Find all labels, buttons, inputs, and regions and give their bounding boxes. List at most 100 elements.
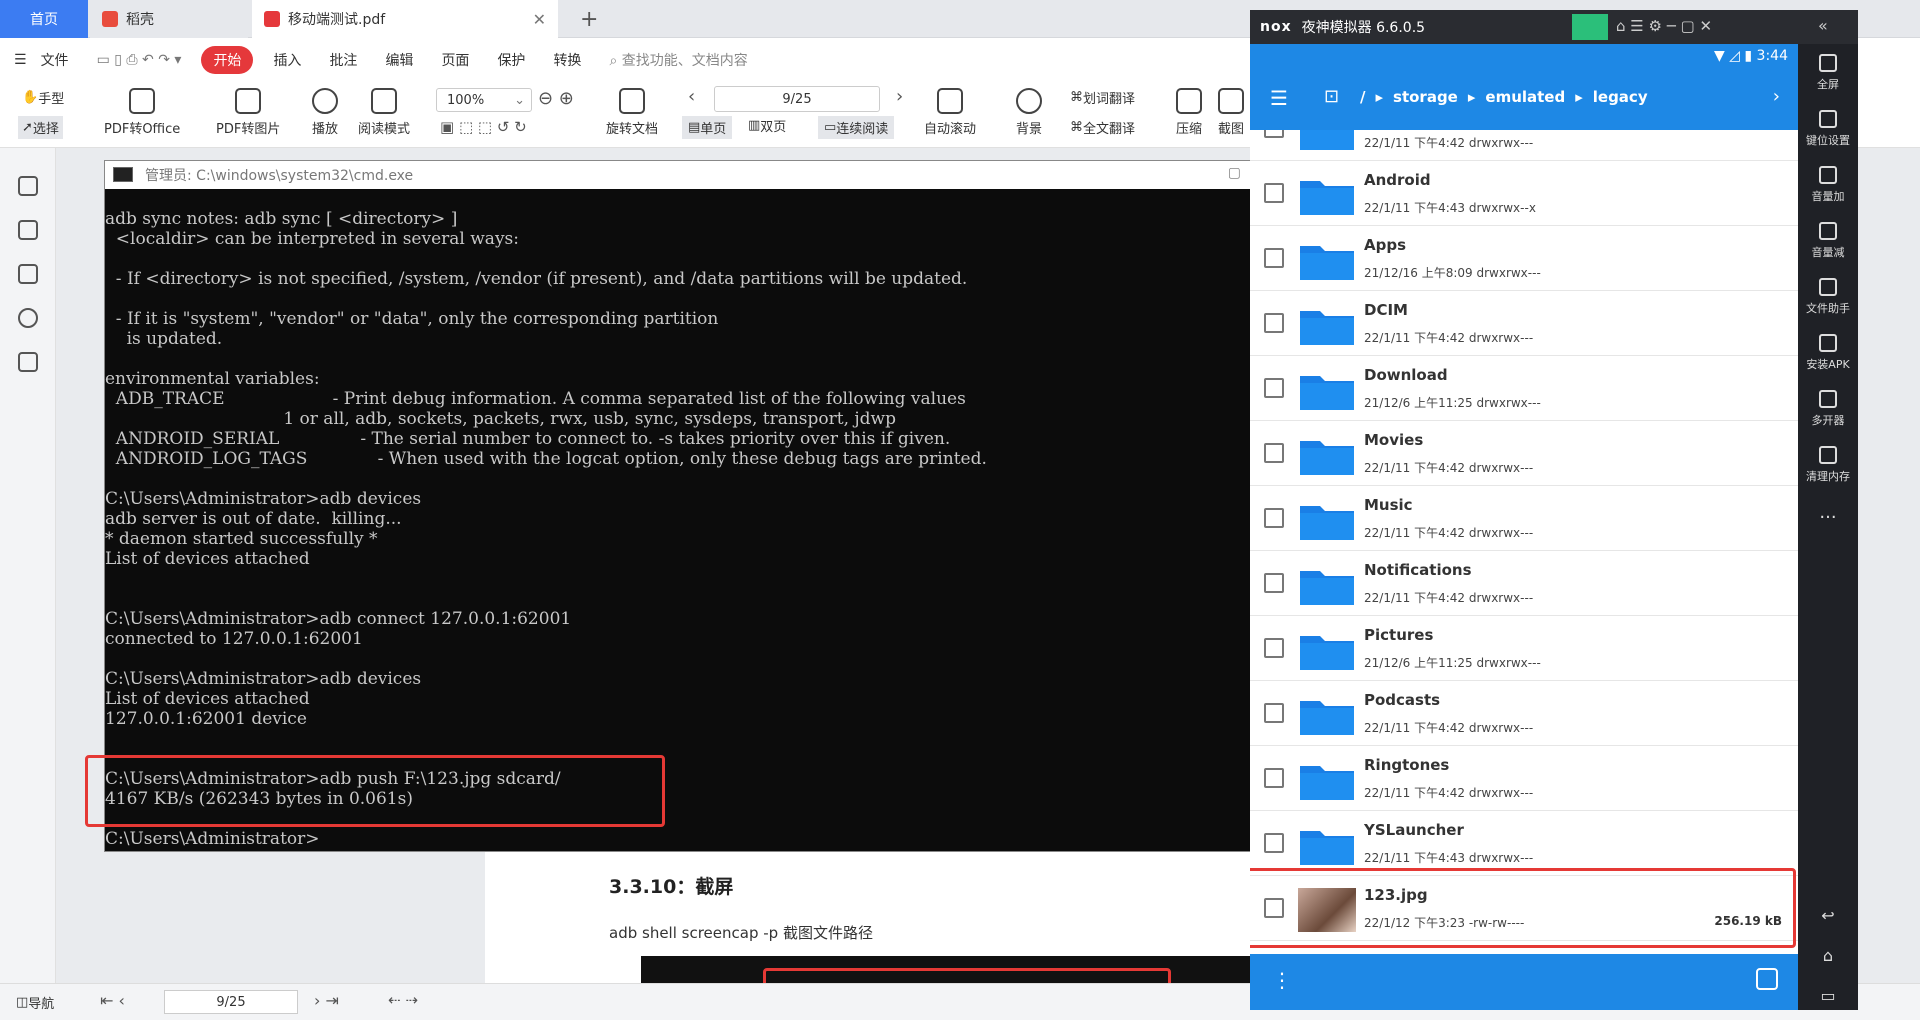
- collapse-icon[interactable]: «: [1818, 16, 1828, 35]
- close-tab-icon[interactable]: ✕: [533, 10, 546, 29]
- zoom-select[interactable]: 100% ⌄: [436, 88, 532, 112]
- checkbox[interactable]: [1264, 508, 1284, 528]
- list-item[interactable]: Music 22/1/11 下午4:42 drwxrwx---: [1250, 486, 1798, 551]
- select-tool-button[interactable]: ➚ 选择: [18, 116, 63, 139]
- fullscreen-button[interactable]: 全屏: [1798, 54, 1858, 92]
- read-mode-button[interactable]: 阅读模式: [358, 88, 410, 137]
- crumb-storage[interactable]: storage: [1393, 88, 1458, 106]
- list-item[interactable]: Apps 21/12/16 上午8:09 drwxrwx---: [1250, 226, 1798, 291]
- keymap-button[interactable]: 键位设置: [1798, 110, 1858, 148]
- checkbox[interactable]: [1264, 378, 1284, 398]
- nav-button[interactable]: ◫ 导航: [16, 993, 54, 1012]
- zoom-icons[interactable]: ⊖ ⊕: [538, 88, 574, 109]
- hamburger-icon[interactable]: ☰: [0, 52, 41, 68]
- lock-icon[interactable]: ⊡: [1324, 86, 1339, 107]
- search-box[interactable]: ⌕ 查找功能、文档内容: [595, 50, 761, 70]
- checkbox[interactable]: [1264, 638, 1284, 658]
- checkbox[interactable]: [1264, 313, 1284, 333]
- cmd-titlebar[interactable]: 管理员: C:\windows\system32\cmd.exe ▢: [105, 161, 1251, 189]
- menu-start[interactable]: 开始: [201, 46, 254, 74]
- word-translate-button[interactable]: ⌘ 划词翻译: [1070, 88, 1135, 107]
- recents-nav-button[interactable]: ▭: [1798, 986, 1858, 1005]
- clean-memory-button[interactable]: 清理内存: [1798, 446, 1858, 484]
- crumb-emulated[interactable]: emulated: [1485, 88, 1565, 106]
- list-item[interactable]: DCIM 22/1/11 下午4:42 drwxrwx---: [1250, 291, 1798, 356]
- list-item[interactable]: YSLauncher 22/1/11 下午4:43 drwxrwx---: [1250, 811, 1798, 876]
- multi-instance-button[interactable]: 多开器: [1798, 390, 1858, 428]
- comment-icon[interactable]: [18, 264, 38, 284]
- fit-icons[interactable]: ▣ ⬚ ⬚ ↺ ↻: [440, 118, 527, 136]
- menu-edit[interactable]: 编辑: [371, 50, 427, 70]
- pdf-to-office-button[interactable]: PDF转Office: [104, 88, 180, 137]
- rotate-button[interactable]: 旋转文档: [606, 88, 658, 137]
- toolbar-quick-icons[interactable]: ▭ ▯ ⎙ ↶ ↷ ▾: [83, 52, 196, 68]
- first-prev-icons[interactable]: ⇤ ‹: [100, 991, 125, 1010]
- checkbox[interactable]: [1264, 833, 1284, 853]
- crumb-legacy[interactable]: legacy: [1593, 88, 1648, 106]
- tab-docer[interactable]: 稻壳: [90, 0, 248, 38]
- menu-insert[interactable]: 插入: [259, 50, 315, 70]
- menu-convert[interactable]: 转换: [539, 50, 595, 70]
- back-forward-icons[interactable]: ⇠ ⇢: [388, 991, 418, 1009]
- menu-protect[interactable]: 保护: [483, 50, 539, 70]
- cmd-window[interactable]: 管理员: C:\windows\system32\cmd.exe ▢ adb s…: [85, 160, 1252, 852]
- play-button[interactable]: 播放: [312, 88, 338, 137]
- home-nav-button[interactable]: ⌂: [1798, 946, 1858, 965]
- checkbox[interactable]: [1264, 703, 1284, 723]
- list-item[interactable]: Notifications 22/1/11 下午4:42 drwxrwx---: [1250, 551, 1798, 616]
- checkbox[interactable]: [1264, 130, 1284, 138]
- nox-titlebar[interactable]: nox 夜神模拟器 6.6.0.5 ⌂ ☰ ⚙ ─ ▢ ✕ «: [1250, 10, 1858, 44]
- thumbnail-icon[interactable]: [18, 220, 38, 240]
- more-button[interactable]: ...: [1798, 502, 1858, 523]
- autoscroll-button[interactable]: 自动滚动: [924, 88, 976, 137]
- screenshot-button[interactable]: 截图: [1218, 88, 1244, 137]
- background-button[interactable]: 背景: [1016, 88, 1042, 137]
- checkbox[interactable]: [1264, 573, 1284, 593]
- search-files-icon[interactable]: [1756, 968, 1778, 990]
- single-page-button[interactable]: ▤ 单页: [682, 116, 733, 139]
- attachment-icon[interactable]: [18, 308, 38, 328]
- page-input[interactable]: 9/25: [714, 86, 880, 112]
- back-nav-button[interactable]: ↩: [1798, 906, 1858, 925]
- breadcrumb-forward-icon[interactable]: ›: [1773, 86, 1780, 107]
- tab-home[interactable]: 首页: [0, 0, 88, 38]
- list-item[interactable]: Podcasts 22/1/11 下午4:42 drwxrwx---: [1250, 681, 1798, 746]
- continuous-read-button[interactable]: ▭ 连续阅读: [818, 116, 895, 139]
- volume-down-button[interactable]: 音量减: [1798, 222, 1858, 260]
- checkbox[interactable]: [1264, 248, 1284, 268]
- crumb-root[interactable]: /: [1360, 88, 1365, 106]
- install-apk-button[interactable]: 安装APK: [1798, 334, 1858, 372]
- compress-button[interactable]: 压缩: [1176, 88, 1202, 137]
- menu-icon[interactable]: ☰: [1270, 86, 1288, 110]
- list-item[interactable]: 22/1/11 下午4:42 drwxrwx---: [1250, 130, 1798, 161]
- next-page-icon[interactable]: ›: [896, 86, 903, 107]
- nox-mail-icon[interactable]: [1572, 14, 1608, 40]
- signature-icon[interactable]: [18, 352, 38, 372]
- list-item[interactable]: Pictures 21/12/6 上午11:25 drwxrwx---: [1250, 616, 1798, 681]
- double-page-button[interactable]: ▥ 双页: [748, 116, 786, 135]
- more-vert-icon[interactable]: ⋮: [1272, 968, 1292, 992]
- pdf-to-image-button[interactable]: PDF转图片: [216, 88, 280, 137]
- volume-up-button[interactable]: 音量加: [1798, 166, 1858, 204]
- checkbox[interactable]: [1264, 183, 1284, 203]
- nox-title-icons[interactable]: ⌂ ☰ ⚙ ─ ▢ ✕: [1616, 17, 1712, 35]
- menu-annotate[interactable]: 批注: [315, 50, 371, 70]
- checkbox[interactable]: [1264, 443, 1284, 463]
- list-item[interactable]: Android 22/1/11 下午4:43 drwxrwx--x: [1250, 161, 1798, 226]
- tab-pdf[interactable]: 移动端测试.pdf ✕: [252, 0, 558, 38]
- list-item[interactable]: Ringtones 22/1/11 下午4:42 drwxrwx---: [1250, 746, 1798, 811]
- prev-page-icon[interactable]: ‹: [688, 86, 695, 107]
- checkbox[interactable]: [1264, 768, 1284, 788]
- menu-file[interactable]: 文件: [41, 50, 83, 70]
- status-page-input[interactable]: 9/25: [164, 990, 298, 1014]
- next-last-icons[interactable]: › ⇥: [314, 991, 339, 1010]
- menu-page[interactable]: 页面: [427, 50, 483, 70]
- list-item[interactable]: Movies 22/1/11 下午4:42 drwxrwx---: [1250, 421, 1798, 486]
- file-assistant-button[interactable]: 文件助手: [1798, 278, 1858, 316]
- new-tab-button[interactable]: +: [568, 0, 610, 38]
- list-item[interactable]: Download 21/12/6 上午11:25 drwxrwx---: [1250, 356, 1798, 421]
- bookmark-icon[interactable]: [18, 176, 38, 196]
- full-translate-button[interactable]: ⌘ 全文翻译: [1070, 118, 1135, 137]
- hand-tool-button[interactable]: ✋ 手型: [22, 88, 64, 107]
- maximize-icon[interactable]: ▢: [1228, 165, 1241, 181]
